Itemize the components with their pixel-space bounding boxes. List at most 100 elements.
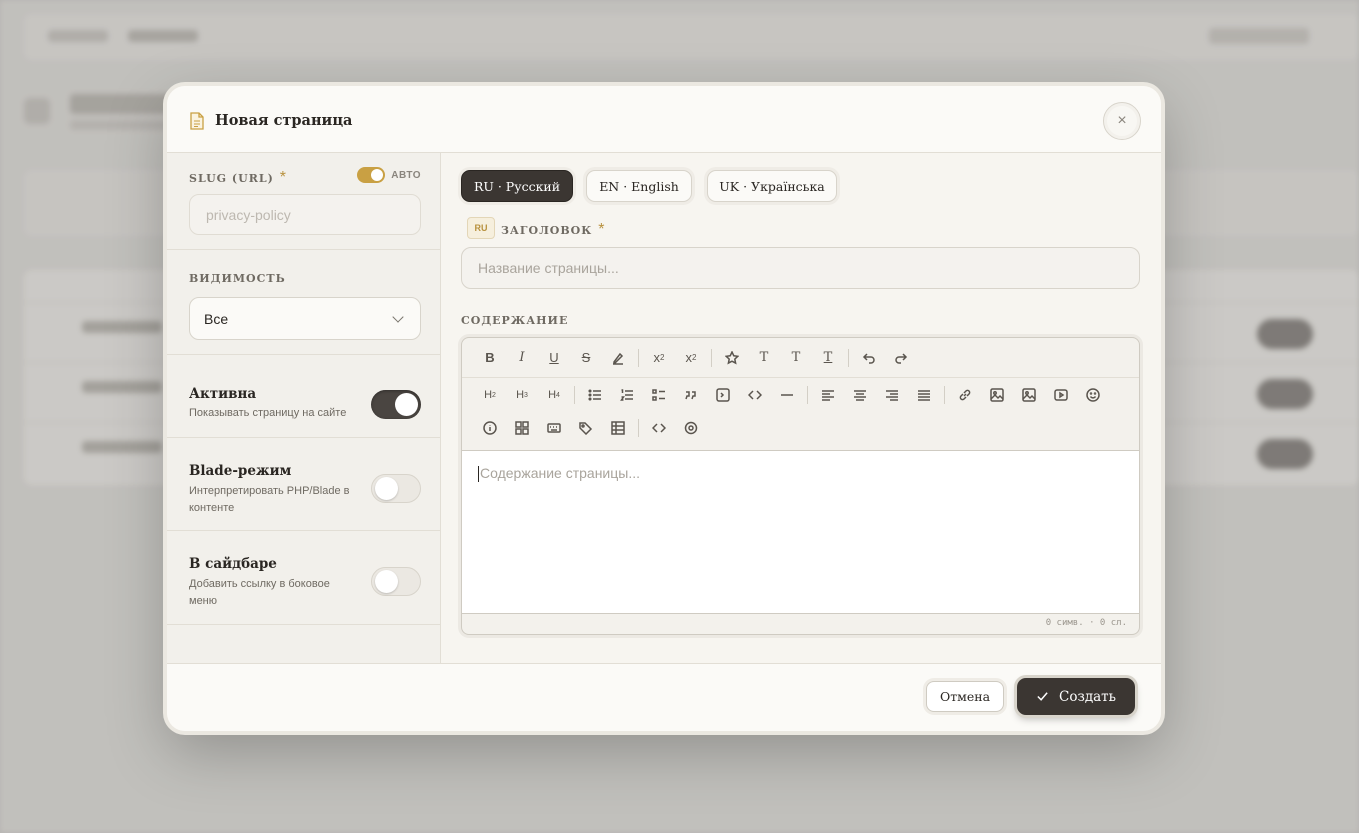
task-list-icon[interactable]	[643, 381, 675, 409]
blockquote-icon[interactable]	[675, 381, 707, 409]
subscript-icon[interactable]: x2	[643, 344, 675, 372]
bullet-list-icon[interactable]	[579, 381, 611, 409]
toggle-blade-section: Blade-режим Интерпретировать PHP/Blade в…	[167, 438, 441, 531]
tab-lang-uk[interactable]: UK · Українська	[707, 170, 837, 202]
toolbar-divider	[638, 348, 639, 367]
editor-placeholder: Содержание страницы...	[480, 465, 640, 481]
create-button[interactable]: Создать	[1017, 678, 1135, 715]
toggle-active-desc: Показывать страницу на сайте	[189, 407, 347, 419]
superscript-icon[interactable]: x2	[675, 344, 707, 372]
toggle-blade-title: Blade-режим	[189, 463, 292, 479]
title-label: ЗАГОЛОВОК	[501, 224, 593, 237]
create-label: Создать	[1059, 688, 1116, 705]
toolbar-row-2: H2 H3 H4	[462, 378, 1139, 412]
modal-header: Новая страница ×	[167, 86, 1161, 153]
ordered-list-icon[interactable]	[611, 381, 643, 409]
lang-badge: RU	[467, 217, 495, 239]
auto-toggle-switch[interactable]	[357, 167, 386, 183]
new-page-modal: Новая страница × SLUG (URL) * АВТО privac…	[167, 86, 1161, 731]
visibility-section: ВИДИМОСТЬ Все	[167, 250, 441, 355]
slug-input[interactable]: privacy-policy	[189, 194, 421, 235]
toggle-active-section: Активна Показывать страницу на сайте	[167, 355, 441, 438]
keyboard-icon[interactable]	[538, 414, 570, 442]
info-icon[interactable]	[474, 414, 506, 442]
visibility-select[interactable]: Все	[189, 297, 421, 340]
tag-icon[interactable]	[570, 414, 602, 442]
toggle-blade-desc: Интерпретировать PHP/Blade в контенте	[189, 485, 350, 514]
tab-lang-en[interactable]: EN · English	[586, 170, 692, 202]
code-block-icon[interactable]	[707, 381, 739, 409]
toolbar-divider	[944, 386, 945, 404]
link-icon[interactable]	[949, 381, 981, 409]
strikethrough-icon[interactable]: S	[570, 344, 602, 372]
toolbar-divider	[848, 348, 849, 367]
visibility-label: ВИДИМОСТЬ	[189, 272, 286, 285]
align-right-icon[interactable]	[876, 381, 908, 409]
rich-text-editor: B I U S x2 x2 T T T H2 H3 H4 Содержание …	[461, 337, 1140, 635]
redo-icon[interactable]	[885, 344, 917, 372]
underline-icon[interactable]: U	[538, 344, 570, 372]
italic-icon[interactable]: I	[506, 344, 538, 372]
toggle-active-title: Активна	[189, 386, 257, 402]
text-color-icon[interactable]: T	[780, 344, 812, 372]
tab-lang-ru[interactable]: RU · Русский	[461, 170, 573, 202]
content-main: RU · Русский EN · English UK · Українськ…	[441, 153, 1161, 663]
visibility-value: Все	[204, 311, 229, 327]
align-left-icon[interactable]	[812, 381, 844, 409]
text-size-icon[interactable]: T	[748, 344, 780, 372]
close-button[interactable]: ×	[1103, 102, 1141, 140]
editor-stats: 0 симв. · 0 сл.	[1045, 618, 1127, 628]
emoji-icon[interactable]	[1077, 381, 1109, 409]
highlight-icon[interactable]	[602, 344, 634, 372]
title-label-row: ЗАГОЛОВОК *	[501, 221, 605, 239]
heading-2-icon[interactable]: H2	[474, 381, 506, 409]
image-upload-icon[interactable]	[1013, 381, 1045, 409]
horizontal-rule-icon[interactable]	[771, 381, 803, 409]
clear-format-icon[interactable]: T	[812, 344, 844, 372]
settings-icon[interactable]	[675, 414, 707, 442]
cancel-button[interactable]: Отмена	[926, 681, 1004, 712]
auto-label: АВТО	[391, 169, 421, 181]
modal-title: Новая страница	[215, 112, 353, 129]
inline-code-icon[interactable]	[739, 381, 771, 409]
toolbar-divider	[638, 419, 639, 437]
heading-3-icon[interactable]: H3	[506, 381, 538, 409]
toggle-sidebar-title: В сайдбаре	[189, 556, 277, 572]
close-icon: ×	[1117, 112, 1127, 129]
sidebar-toggle[interactable]	[371, 567, 421, 596]
check-icon	[1037, 692, 1048, 701]
blade-toggle[interactable]	[371, 474, 421, 503]
chevron-down-icon	[392, 311, 404, 323]
heading-4-icon[interactable]: H4	[538, 381, 570, 409]
settings-sidebar: SLUG (URL) * АВТО privacy-policy ВИДИМОСТ…	[167, 153, 441, 663]
slug-label-row: SLUG (URL) *	[189, 169, 286, 187]
slug-section: SLUG (URL) * АВТО privacy-policy	[167, 153, 441, 250]
align-justify-icon[interactable]	[908, 381, 940, 409]
toolbar-divider	[807, 386, 808, 404]
editor-content-area[interactable]: Содержание страницы...	[462, 450, 1139, 614]
toggle-sidebar-desc: Добавить ссылку в боковое меню	[189, 578, 330, 607]
grid-icon[interactable]	[506, 414, 538, 442]
content-label: СОДЕРЖАНИЕ	[461, 314, 569, 327]
toolbar-row-1: B I U S x2 x2 T T T	[462, 338, 1139, 378]
table-icon[interactable]	[602, 414, 634, 442]
bold-icon[interactable]: B	[474, 344, 506, 372]
required-mark: *	[279, 169, 287, 186]
active-toggle[interactable]	[371, 390, 421, 419]
video-icon[interactable]	[1045, 381, 1077, 409]
undo-icon[interactable]	[853, 344, 885, 372]
toggle-sidebar-section: В сайдбаре Добавить ссылку в боковое мен…	[167, 531, 441, 625]
source-code-icon[interactable]	[643, 414, 675, 442]
document-icon	[190, 112, 204, 130]
toolbar-divider	[711, 348, 712, 367]
star-icon[interactable]	[716, 344, 748, 372]
image-icon[interactable]	[981, 381, 1013, 409]
toolbar-row-3	[462, 412, 1139, 444]
text-caret	[478, 466, 479, 483]
auto-slug-toggle[interactable]: АВТО	[357, 167, 421, 183]
title-input[interactable]: Название страницы...	[461, 247, 1140, 289]
modal-footer: Отмена Создать	[167, 663, 1161, 731]
align-center-icon[interactable]	[844, 381, 876, 409]
required-mark: *	[598, 221, 605, 238]
toolbar-divider	[574, 386, 575, 404]
